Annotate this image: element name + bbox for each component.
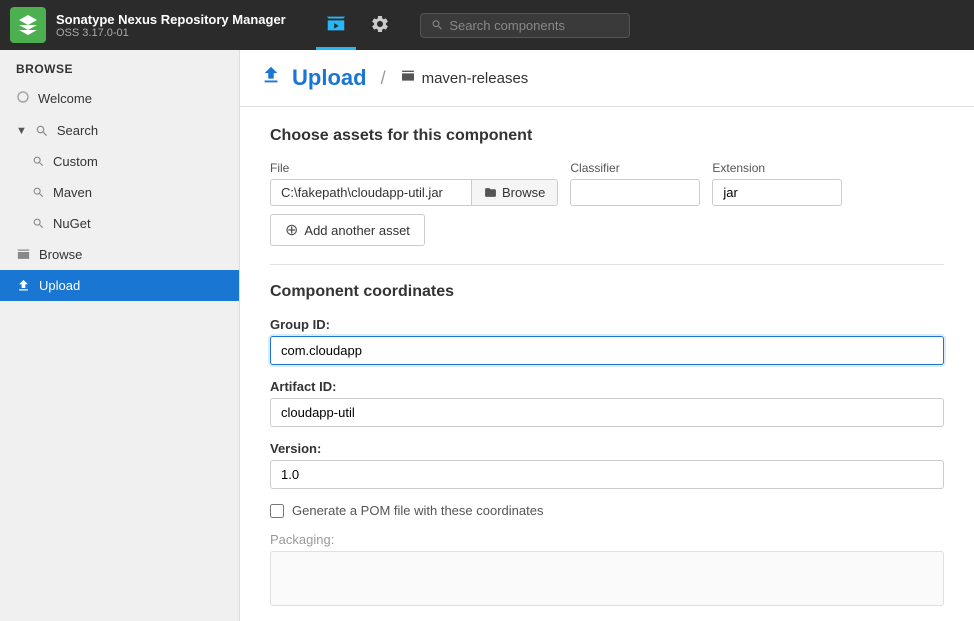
sidebar-item-nuget-label: NuGet: [53, 216, 91, 231]
coordinates-section-title: Component coordinates: [270, 283, 944, 301]
folder-icon: [484, 186, 497, 199]
sidebar-search-label: Search: [57, 123, 98, 138]
file-path-value: C:\fakepath\cloudapp-util.jar: [271, 180, 471, 205]
sidebar-search-children: Custom Maven NuGet: [0, 146, 239, 239]
top-bar-icons: [316, 0, 400, 50]
add-another-asset-button[interactable]: ⊕ Add another asset: [270, 214, 425, 246]
search-icon: [431, 18, 444, 32]
sidebar-item-custom[interactable]: Custom: [16, 146, 239, 177]
sidebar-section-label: Browse: [0, 50, 239, 82]
search-custom-icon: [32, 155, 45, 168]
search-nuget-icon: [32, 217, 45, 230]
repo-name: maven-releases: [422, 70, 529, 87]
version-label: Version:: [270, 441, 944, 456]
app-title-block: Sonatype Nexus Repository Manager OSS 3.…: [56, 12, 286, 39]
group-id-label: Group ID:: [270, 317, 944, 332]
sidebar-group-search: ▼ Search Custom: [0, 115, 239, 239]
packaging-label: Packaging:: [270, 532, 944, 547]
browse-nav-button[interactable]: [316, 0, 356, 50]
repo-icon: [400, 68, 416, 89]
extension-input[interactable]: [712, 179, 842, 206]
browse-icon: [16, 247, 31, 262]
search-maven-icon: [32, 186, 45, 199]
main-layout: Browse Welcome ▼ Search: [0, 50, 974, 621]
repo-breadcrumb: maven-releases: [400, 68, 529, 89]
classifier-input[interactable]: [570, 179, 700, 206]
group-id-field: Group ID:: [270, 317, 944, 365]
artifact-id-input[interactable]: [270, 398, 944, 427]
app-subtitle: OSS 3.17.0-01: [56, 27, 286, 39]
extension-label: Extension: [712, 161, 842, 175]
form-area: Choose assets for this component File C:…: [240, 107, 974, 621]
app-title: Sonatype Nexus Repository Manager: [56, 12, 286, 27]
top-bar: Sonatype Nexus Repository Manager OSS 3.…: [0, 0, 974, 50]
sidebar-item-custom-label: Custom: [53, 154, 98, 169]
circle-icon: [16, 90, 30, 107]
classifier-field-group: Classifier: [570, 161, 700, 206]
group-id-input[interactable]: [270, 336, 944, 365]
version-field: Version:: [270, 441, 944, 489]
browse-btn-label: Browse: [502, 185, 545, 200]
breadcrumb-separator: /: [381, 68, 386, 89]
app-logo: [10, 7, 46, 43]
sidebar-item-maven-label: Maven: [53, 185, 92, 200]
extension-field-group: Extension: [712, 161, 842, 206]
plus-icon: ⊕: [285, 220, 298, 240]
packaging-box: [270, 551, 944, 606]
generate-pom-label: Generate a POM file with these coordinat…: [292, 503, 543, 518]
settings-nav-button[interactable]: [360, 0, 400, 50]
sidebar-item-maven[interactable]: Maven: [16, 177, 239, 208]
sidebar-item-browse[interactable]: Browse: [0, 239, 239, 270]
sidebar-item-upload-label: Upload: [39, 278, 80, 293]
add-asset-label: Add another asset: [304, 223, 410, 238]
sidebar-item-welcome-label: Welcome: [38, 91, 92, 106]
packaging-row: Packaging:: [270, 532, 944, 606]
sidebar-item-nuget[interactable]: NuGet: [16, 208, 239, 239]
assets-section-title: Choose assets for this component: [270, 127, 944, 145]
sidebar: Browse Welcome ▼ Search: [0, 50, 240, 621]
page-title: Upload: [292, 65, 367, 91]
search-nav-icon: [35, 124, 49, 138]
generate-pom-checkbox[interactable]: [270, 504, 284, 518]
sidebar-item-search[interactable]: ▼ Search: [0, 115, 239, 146]
artifact-id-field: Artifact ID:: [270, 379, 944, 427]
sidebar-item-browse-label: Browse: [39, 247, 82, 262]
sidebar-item-welcome[interactable]: Welcome: [0, 82, 239, 115]
asset-row: File C:\fakepath\cloudapp-util.jar Brows…: [270, 161, 944, 206]
classifier-label: Classifier: [570, 161, 700, 175]
chevron-down-icon: ▼: [16, 125, 27, 137]
upload-header-icon: [260, 64, 282, 92]
artifact-id-label: Artifact ID:: [270, 379, 944, 394]
main-content: Upload / maven-releases Choose assets fo…: [240, 50, 974, 621]
file-label: File: [270, 161, 558, 175]
upload-icon: [16, 278, 31, 293]
search-bar[interactable]: [420, 13, 630, 38]
version-input[interactable]: [270, 460, 944, 489]
search-input[interactable]: [449, 18, 618, 33]
file-input-row: C:\fakepath\cloudapp-util.jar Browse: [270, 179, 558, 206]
generate-pom-row: Generate a POM file with these coordinat…: [270, 503, 944, 518]
divider: [270, 264, 944, 265]
page-header: Upload / maven-releases: [240, 50, 974, 107]
file-field-group: File C:\fakepath\cloudapp-util.jar Brows…: [270, 161, 558, 206]
sidebar-item-upload[interactable]: Upload: [0, 270, 239, 301]
browse-button[interactable]: Browse: [471, 180, 557, 205]
